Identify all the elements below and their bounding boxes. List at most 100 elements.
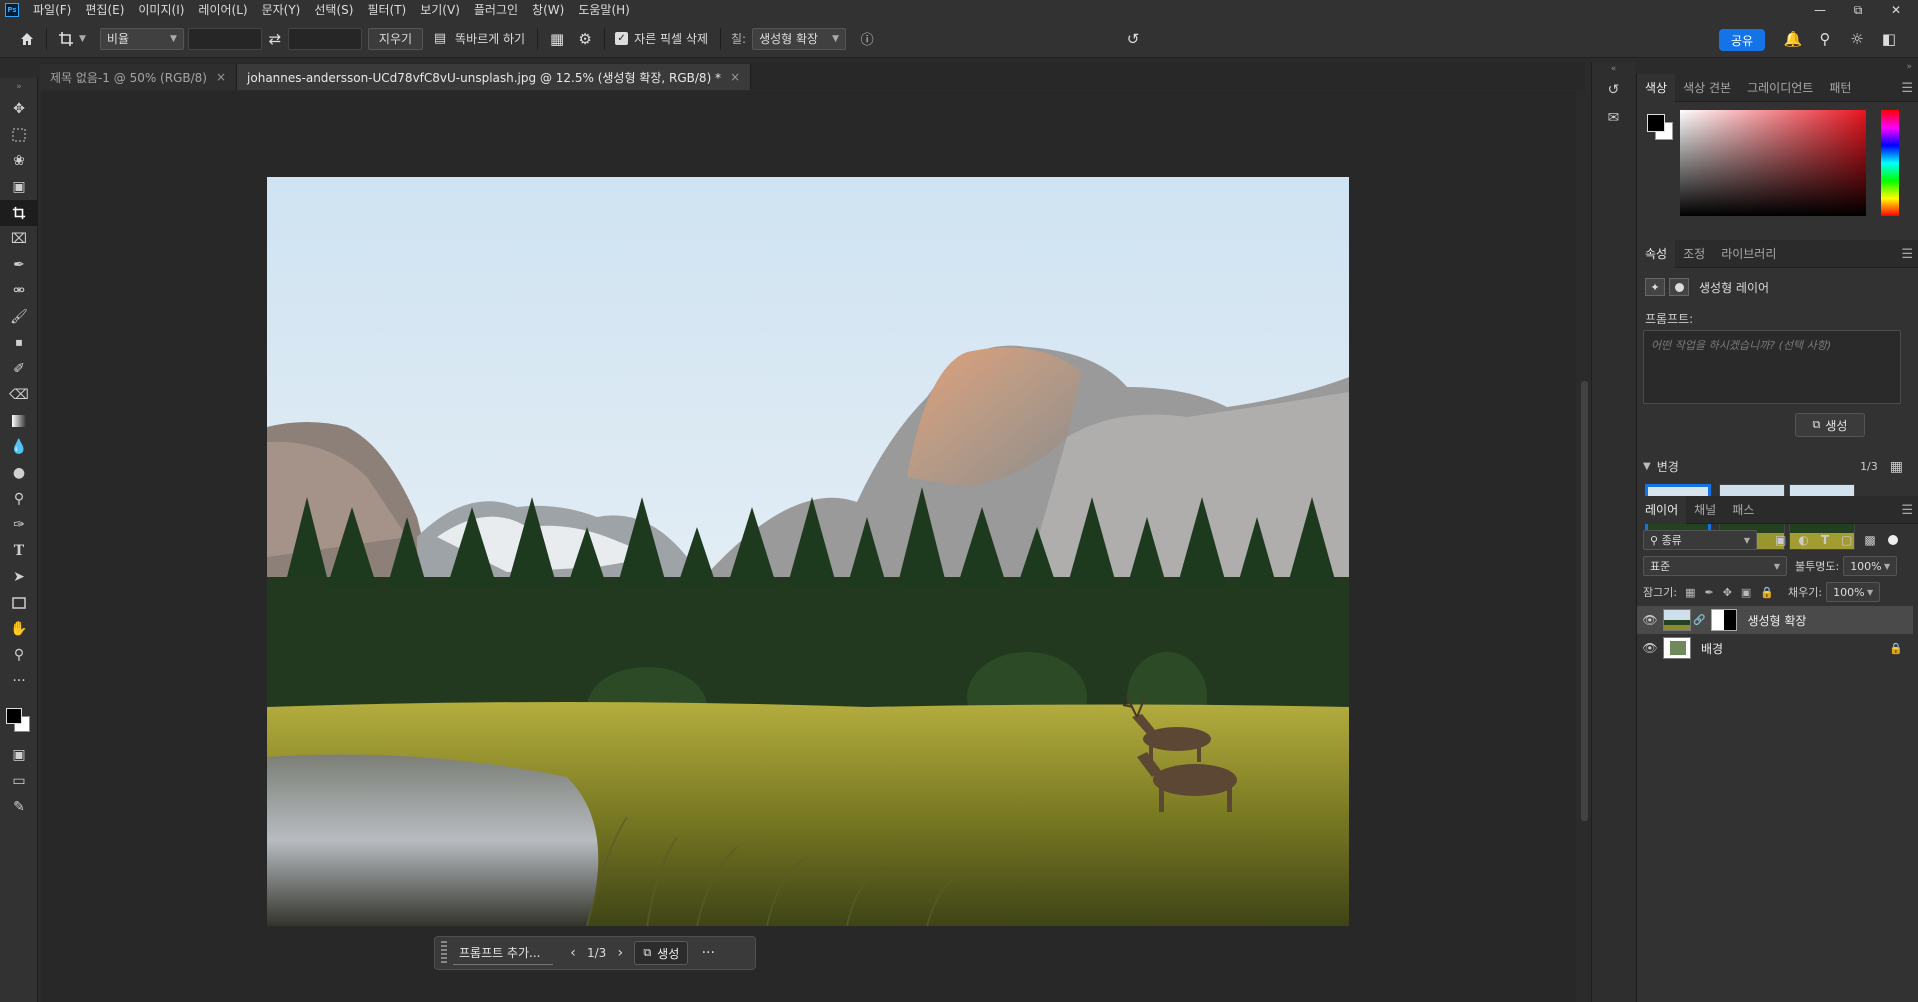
collapse-icon[interactable]: » [0, 78, 38, 96]
straighten-icon[interactable]: ▤ [427, 26, 453, 52]
opacity-field[interactable]: 100% ▼ [1843, 556, 1898, 576]
foreground-color-swatch[interactable] [6, 708, 22, 724]
canvas-vertical-scrollbar[interactable] [1580, 91, 1589, 1002]
tab-swatches[interactable]: 색상 견본 [1675, 74, 1739, 102]
tab-properties[interactable]: 속성 [1637, 239, 1676, 268]
move-tool-icon[interactable]: ✥ [0, 96, 38, 122]
tab-color[interactable]: 색상 [1637, 73, 1676, 102]
fill-field[interactable]: 100% ▼ [1826, 582, 1881, 602]
info-icon[interactable]: ⓘ [854, 26, 880, 52]
tab-gradients[interactable]: 그레이디언트 [1739, 74, 1821, 102]
dodge-tool-icon[interactable]: ● [0, 460, 38, 486]
swap-icon[interactable]: ⇄ [262, 26, 288, 52]
color-swatches[interactable] [0, 694, 37, 742]
chevron-down-icon[interactable]: ▼ [79, 34, 86, 44]
object-selection-tool-icon[interactable]: ▣ [0, 174, 38, 200]
filter-smart-object-icon[interactable]: ▩ [1864, 533, 1875, 547]
menu-edit[interactable]: 편집(E) [78, 0, 131, 20]
more-options-icon[interactable]: ··· [694, 945, 722, 961]
menu-image[interactable]: 이미지(I) [131, 0, 191, 20]
restore-icon[interactable]: ⧉ [1838, 0, 1878, 20]
menu-select[interactable]: 선택(S) [307, 0, 360, 20]
eyedropper-tool-icon[interactable]: ✒ [0, 252, 38, 278]
lock-pixels-icon[interactable]: ✒ [1704, 586, 1713, 599]
menu-file[interactable]: 파일(F) [26, 0, 78, 20]
ratio-select[interactable]: 비율 ▼ [99, 27, 184, 50]
type-tool-icon[interactable]: T [0, 538, 38, 564]
search-icon[interactable]: ⚲ [1812, 26, 1838, 52]
minimize-icon[interactable]: — [1800, 0, 1840, 20]
tab-adjustments[interactable]: 조정 [1675, 240, 1713, 268]
hue-slider[interactable] [1881, 110, 1899, 216]
filter-shape-icon[interactable]: ▢ [1841, 533, 1852, 547]
tab-paths[interactable]: 패스 [1724, 496, 1762, 524]
close-tab-icon[interactable]: × [730, 70, 740, 84]
blend-mode-select[interactable]: 표준 ▼ [1643, 556, 1787, 576]
panel-menu-icon[interactable]: ☰ [1901, 503, 1913, 518]
menu-filter[interactable]: 필터(T) [360, 0, 413, 20]
screen-mode-icon[interactable]: ▭ [0, 768, 38, 794]
frame-tool-icon[interactable]: ⌧ [0, 226, 38, 252]
prompt-textarea[interactable]: 어떤 작업을 하시겠습니까? (선택 사항) [1643, 330, 1901, 404]
close-window-icon[interactable]: ✕ [1876, 0, 1916, 20]
blur-tool-icon[interactable]: 💧 [0, 434, 38, 460]
layer-name[interactable]: 생성형 확장 [1747, 612, 1806, 629]
link-icon[interactable]: 🔗 [1693, 615, 1705, 626]
discover-icon[interactable]: ☼ [1844, 26, 1870, 52]
share-button[interactable]: 공유 [1719, 29, 1765, 51]
panel-menu-icon[interactable]: ☰ [1901, 81, 1913, 96]
chevron-right-icon[interactable]: › [606, 945, 634, 961]
lock-artboard-icon[interactable]: ▣ [1741, 586, 1751, 599]
menu-help[interactable]: 도움말(H) [571, 0, 637, 20]
tab-patterns[interactable]: 패턴 [1821, 74, 1859, 102]
menu-view[interactable]: 보기(V) [413, 0, 467, 20]
layer-name[interactable]: 배경 [1701, 640, 1723, 657]
delete-cropped-checkbox[interactable]: ✓ [615, 32, 629, 45]
lasso-tool-icon[interactable]: ❀ [0, 148, 38, 174]
comments-panel-icon[interactable]: ✉ [1592, 104, 1635, 132]
menu-plugins[interactable]: 플러그인 [467, 0, 525, 20]
filter-type-icon[interactable]: T [1821, 533, 1829, 547]
gradient-tool-icon[interactable] [0, 408, 38, 434]
chevron-left-icon[interactable]: ‹ [559, 945, 587, 961]
menu-window[interactable]: 창(W) [525, 0, 571, 20]
drag-handle-icon[interactable] [441, 941, 447, 965]
tab-untitled-document[interactable]: 제목 없음-1 @ 50% (RGB/8) × [40, 64, 238, 90]
eraser-tool-icon[interactable]: ⌫ [0, 382, 38, 408]
crop-tool-icon[interactable] [0, 200, 38, 226]
generate-button[interactable]: ⧉ 생성 [634, 941, 689, 965]
fill-select[interactable]: 생성형 확장 ▼ [752, 27, 847, 50]
close-tab-icon[interactable]: × [216, 70, 226, 84]
ratio-width-field[interactable] [187, 27, 262, 50]
path-selection-icon[interactable]: ➤ [0, 564, 38, 590]
brush-tool-icon[interactable]: 🖌 [0, 304, 38, 330]
more-tools-icon[interactable]: ··· [0, 668, 38, 694]
filter-adjustment-icon[interactable]: ◐ [1798, 533, 1808, 547]
rectangle-tool-icon[interactable] [0, 590, 38, 616]
straighten-button[interactable]: 똑바르게 하기 [455, 30, 525, 47]
collapse-panels-icon[interactable]: » [1906, 62, 1912, 72]
crop-tool-preset-icon[interactable] [53, 26, 79, 52]
home-icon[interactable] [14, 26, 40, 52]
grid-overlay-icon[interactable]: ▦ [544, 26, 570, 52]
ratio-height-field[interactable] [287, 27, 362, 50]
filter-toggle-icon[interactable] [1887, 535, 1898, 545]
undo-reset-icon[interactable]: ↺ [1120, 26, 1146, 52]
share-feedback-icon[interactable]: ✎ [0, 794, 38, 820]
color-field[interactable] [1680, 110, 1866, 216]
history-brush-icon[interactable]: ✐ [0, 356, 38, 382]
chevron-down-icon[interactable]: ▼ [1643, 461, 1651, 472]
lock-icon[interactable]: 🔒 [1889, 642, 1903, 655]
layer-row[interactable]: 👁 배경 🔒 [1637, 634, 1913, 662]
collapse-icon[interactable]: « [1592, 62, 1635, 76]
clear-button[interactable]: 지우기 [367, 27, 424, 50]
bell-icon[interactable]: 🔔 [1780, 26, 1806, 52]
history-panel-icon[interactable]: ↺ [1592, 76, 1635, 104]
tab-yosemite-photo[interactable]: johannes-andersson-UCd78vfC8vU-unsplash.… [237, 64, 752, 90]
visibility-eye-icon[interactable]: 👁 [1637, 613, 1663, 627]
lock-position-icon[interactable]: ✥ [1723, 586, 1732, 599]
visibility-eye-icon[interactable]: 👁 [1637, 641, 1663, 655]
workspace-icon[interactable]: ◧ [1876, 26, 1902, 52]
tab-channels[interactable]: 채널 [1686, 496, 1724, 524]
quick-mask-icon[interactable]: ▣ [0, 742, 38, 768]
